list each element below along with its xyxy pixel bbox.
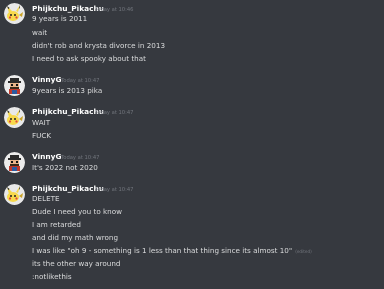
timestamp: Today at 10:46 [95, 7, 134, 13]
message-text: 9 years is 2011 [32, 14, 88, 23]
username[interactable]: VinnyG [32, 75, 62, 85]
chat-message-list: Phijkchu_Pikachu Today at 10:46 9 years … [0, 0, 384, 289]
pikachu-avatar-icon[interactable] [4, 3, 25, 24]
edited-label: (edited) [295, 249, 312, 254]
message-text: It's 2022 not 2020 [32, 163, 98, 172]
username[interactable]: VinnyG [32, 152, 62, 162]
timestamp: Today at 10:47 [95, 110, 134, 116]
pikachu-avatar-icon[interactable] [4, 107, 25, 128]
timestamp: Today at 10:47 [61, 155, 100, 161]
message-text: FUCK [32, 131, 52, 140]
timestamp: Today at 10:47 [61, 78, 100, 84]
message-text: WAIT [32, 118, 51, 127]
pikachu-avatar-icon[interactable] [4, 184, 25, 205]
message-text: DELETE [32, 194, 60, 203]
message-text: 9years is 2013 pika [32, 86, 103, 95]
message-text: I am retarded [32, 220, 81, 229]
username[interactable]: Phijkchu_Pikachu [32, 184, 104, 194]
message-text: Dude I need you to know [32, 207, 122, 216]
username[interactable]: Phijkchu_Pikachu [32, 107, 104, 117]
timestamp: Today at 10:47 [95, 187, 134, 193]
message-text: its the other way around [32, 259, 121, 268]
mario-avatar-icon[interactable] [4, 75, 25, 96]
username[interactable]: Phijkchu_Pikachu [32, 4, 104, 14]
message-text: didn't rob and krysta divorce in 2013 [32, 41, 166, 50]
message-text-content: I was like "oh 9 - something is 1 less t… [32, 246, 293, 255]
message-text: I was like "oh 9 - something is 1 less t… [32, 246, 312, 257]
message-text: :notlikethis [32, 272, 72, 281]
message-text: and did my math wrong [32, 233, 119, 242]
mario-avatar-icon[interactable] [4, 152, 25, 173]
message-text: wait [32, 28, 48, 37]
message-text: I need to ask spooky about that [32, 54, 146, 63]
